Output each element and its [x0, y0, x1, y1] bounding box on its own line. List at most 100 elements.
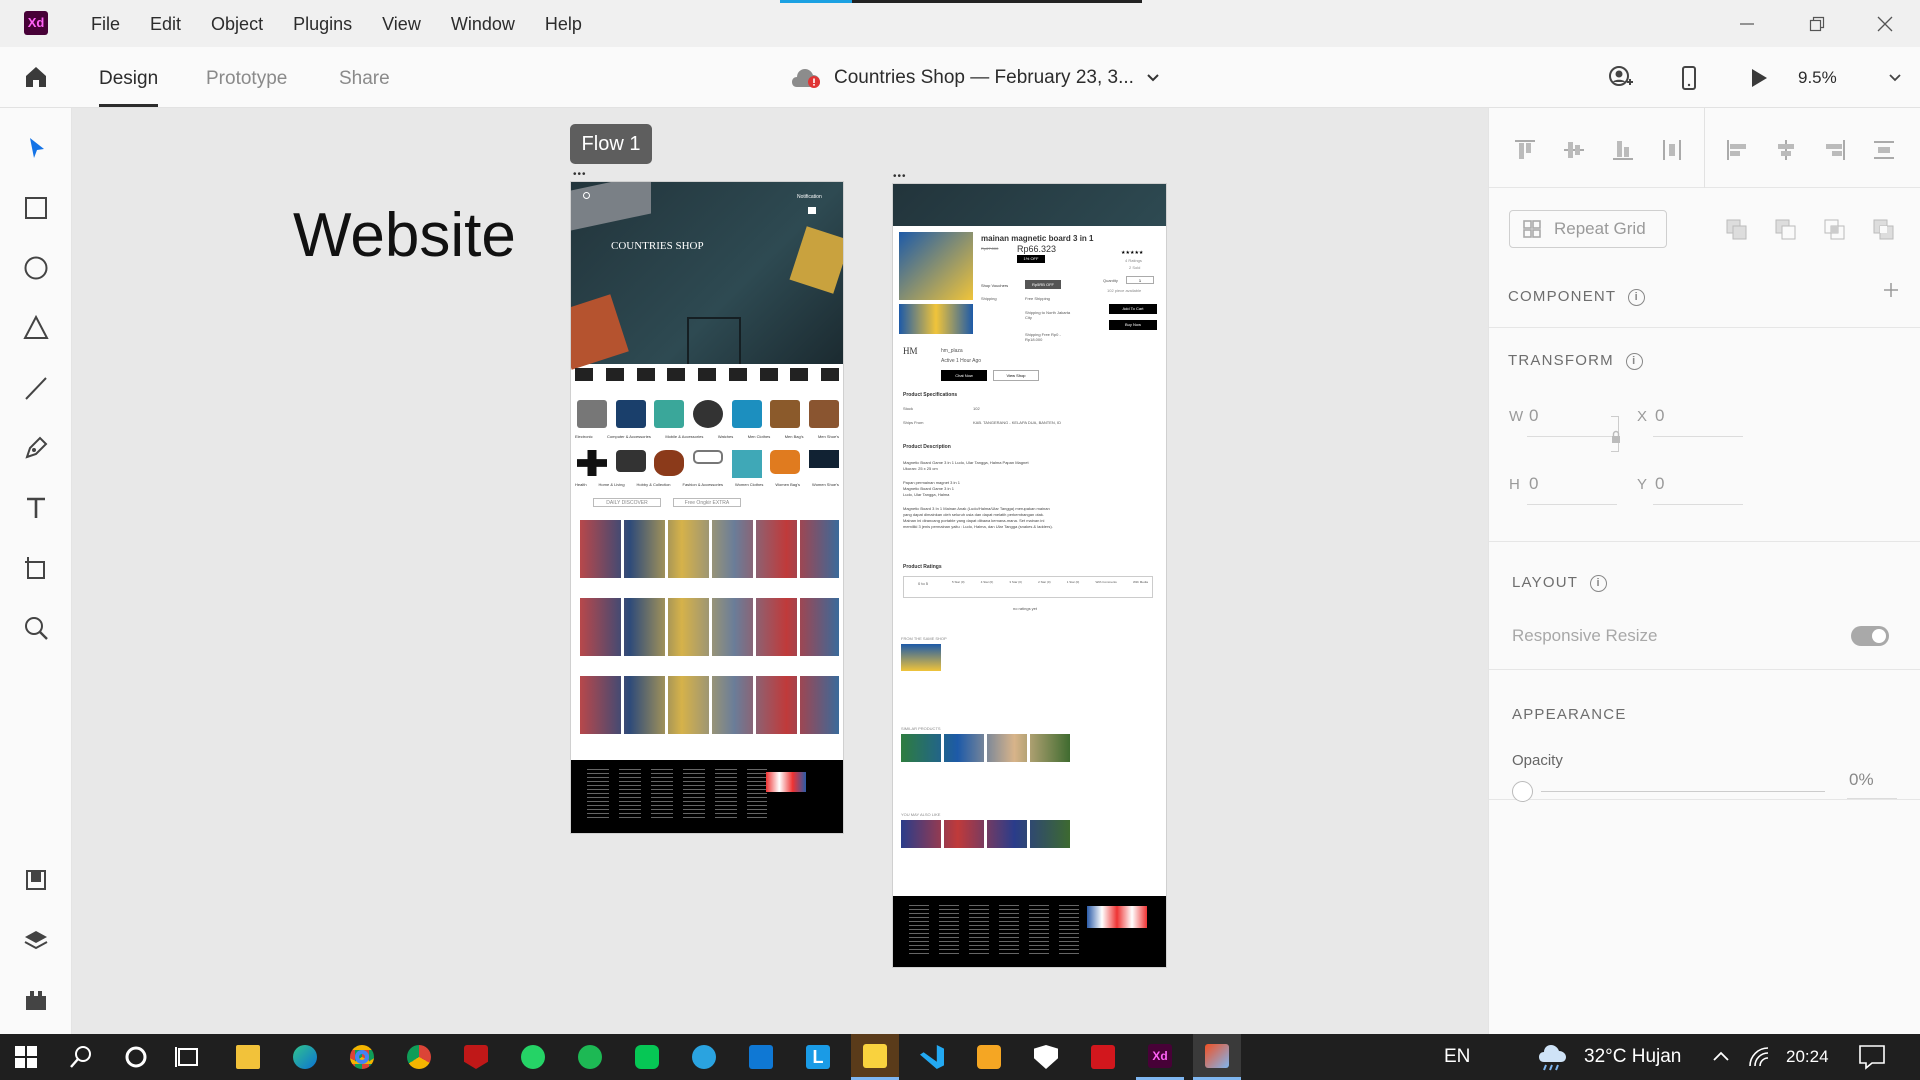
distribute-horizontal-icon[interactable] [1872, 138, 1896, 162]
taskbar-paint[interactable] [1193, 1034, 1241, 1080]
boolean-add-icon[interactable] [1725, 218, 1749, 242]
task-view-button[interactable] [164, 1034, 212, 1080]
taskbar-lingo[interactable]: L [794, 1034, 842, 1080]
taskbar-xd[interactable]: Xd [1136, 1034, 1184, 1080]
taskbar-edge[interactable] [281, 1034, 329, 1080]
opacity-slider-handle[interactable] [1512, 781, 1533, 802]
info-icon[interactable]: i [1628, 288, 1646, 306]
info-icon[interactable]: i [1590, 574, 1608, 592]
opacity-field[interactable]: 0% [1849, 770, 1874, 790]
weather-text[interactable]: 32°C Hujan [1584, 1034, 1681, 1080]
menu-help[interactable]: Help [530, 0, 597, 47]
menu-view[interactable]: View [367, 0, 436, 47]
close-button[interactable] [1850, 0, 1920, 47]
align-right-icon[interactable] [1823, 138, 1847, 162]
notification-center-icon[interactable] [1858, 1044, 1886, 1070]
boolean-exclude-icon[interactable] [1872, 218, 1896, 242]
x-field[interactable]: 0 [1655, 406, 1664, 426]
flow-badge[interactable]: Flow 1 [570, 124, 652, 164]
view-shop-button[interactable]: View Shop [993, 370, 1039, 381]
menu-window[interactable]: Window [436, 0, 530, 47]
text-tool[interactable] [22, 494, 50, 522]
tab-share[interactable]: Share [339, 47, 390, 108]
product-thumbnails[interactable] [899, 304, 973, 334]
responsive-resize-toggle[interactable] [1851, 626, 1889, 646]
buy-now-button[interactable]: Buy Now [1109, 320, 1157, 330]
lock-aspect-icon[interactable] [1610, 430, 1622, 444]
line-tool[interactable] [22, 374, 50, 402]
minimize-button[interactable] [1712, 0, 1782, 47]
taskbar-security[interactable] [1022, 1034, 1070, 1080]
same-shop-card[interactable] [901, 644, 941, 698]
taskbar-vscode[interactable] [908, 1034, 956, 1080]
cortana-button[interactable] [112, 1034, 160, 1080]
artboard-handle[interactable]: ••• [573, 169, 587, 180]
add-component-button[interactable] [1883, 282, 1899, 298]
align-bottom-icon[interactable] [1611, 138, 1635, 162]
align-middle-icon[interactable] [1562, 138, 1586, 162]
boolean-subtract-icon[interactable] [1774, 218, 1798, 242]
align-left-icon[interactable] [1725, 138, 1749, 162]
taskbar-chrome-profile[interactable] [395, 1034, 443, 1080]
taskbar-acrobat[interactable] [1079, 1034, 1127, 1080]
y-field[interactable]: 0 [1655, 474, 1664, 494]
height-field[interactable]: 0 [1529, 474, 1538, 494]
tab-design[interactable]: Design [99, 47, 159, 108]
canvas-website-label[interactable]: Website [293, 200, 516, 271]
artboard-product[interactable]: mainan magnetic board 3 in 1 Rp67.000 Rp… [893, 184, 1166, 967]
align-top-icon[interactable] [1513, 138, 1537, 162]
polygon-tool[interactable] [22, 314, 50, 342]
align-center-icon[interactable] [1774, 138, 1798, 162]
tab-prototype[interactable]: Prototype [206, 47, 287, 108]
tab-free-ongkir[interactable]: Free Ongkir EXTRA [673, 498, 741, 507]
taskbar-mcafee[interactable] [452, 1034, 500, 1080]
info-icon[interactable]: i [1625, 352, 1643, 370]
taskbar-mail[interactable] [737, 1034, 785, 1080]
chat-now-button[interactable]: Chat Now [941, 370, 987, 381]
layers-button[interactable] [22, 926, 50, 954]
boolean-intersect-icon[interactable] [1823, 218, 1847, 242]
rectangle-tool[interactable] [22, 194, 50, 222]
artboard-tool[interactable] [22, 554, 50, 582]
search-button[interactable] [57, 1034, 105, 1080]
wifi-icon[interactable] [1748, 1046, 1770, 1068]
menu-edit[interactable]: Edit [135, 0, 196, 47]
home-button[interactable] [22, 63, 50, 91]
zoom-level[interactable]: 9.5% [1798, 47, 1837, 108]
select-tool[interactable] [22, 134, 50, 162]
artboard-handle[interactable]: ••• [893, 171, 907, 182]
invite-button[interactable] [1606, 64, 1634, 92]
menu-object[interactable]: Object [196, 0, 278, 47]
zoom-dropdown[interactable] [1888, 71, 1902, 85]
clock[interactable]: 20:24 [1786, 1034, 1829, 1080]
pen-tool[interactable] [22, 434, 50, 462]
distribute-vertical-icon[interactable] [1660, 138, 1684, 162]
menu-plugins[interactable]: Plugins [278, 0, 367, 47]
device-preview-button[interactable] [1675, 64, 1703, 92]
taskbar-telegram[interactable] [680, 1034, 728, 1080]
taskbar-whatsapp[interactable] [509, 1034, 557, 1080]
ellipse-tool[interactable] [22, 254, 50, 282]
voucher-badge[interactable]: Rp5RB OFF [1025, 280, 1061, 289]
plugins-button[interactable] [22, 986, 50, 1014]
taskbar-line[interactable] [623, 1034, 671, 1080]
width-field[interactable]: 0 [1529, 406, 1538, 426]
taskbar-spotify[interactable] [566, 1034, 614, 1080]
play-button[interactable] [1744, 64, 1772, 92]
artboard-home[interactable]: COUNTRIES SHOP Notification Electronic Co… [571, 182, 843, 833]
restore-button[interactable] [1782, 0, 1852, 47]
start-button[interactable] [2, 1034, 50, 1080]
weather-rain-icon[interactable] [1536, 1042, 1570, 1072]
opacity-slider-track[interactable] [1541, 791, 1825, 792]
zoom-tool[interactable] [22, 614, 50, 642]
taskbar-chrome[interactable] [338, 1034, 386, 1080]
taskbar-file-explorer[interactable] [224, 1034, 272, 1080]
document-title-menu[interactable]: Countries Shop — February 23, 3... [790, 47, 1160, 108]
chevron-up-icon[interactable] [1712, 1050, 1730, 1062]
quantity-stepper[interactable]: 1 [1126, 276, 1154, 284]
assets-button[interactable] [22, 866, 50, 894]
add-to-cart-button[interactable]: Add To Cart [1109, 304, 1157, 314]
repeat-grid-button[interactable]: Repeat Grid [1509, 210, 1667, 248]
tab-daily-discover[interactable]: DAILY DISCOVER [593, 498, 661, 507]
menu-file[interactable]: File [76, 0, 135, 47]
